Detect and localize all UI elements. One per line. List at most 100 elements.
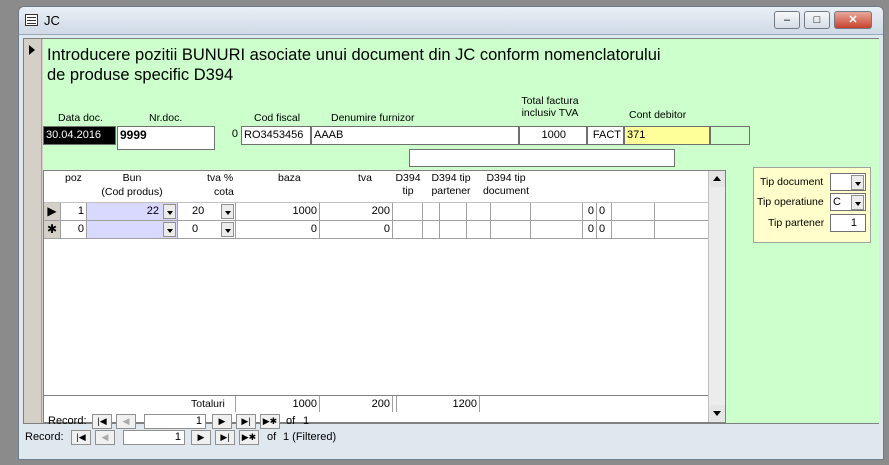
sub-record-number-input[interactable]: 1 <box>144 414 206 429</box>
cell-bun[interactable] <box>87 221 178 238</box>
tip-partener-field[interactable]: 1 <box>830 214 866 232</box>
main-last-record-icon[interactable]: ▶| <box>215 430 235 445</box>
bun-dropdown-icon[interactable] <box>163 204 176 219</box>
blank-field[interactable] <box>409 149 675 167</box>
heading-line-1: Introducere pozitii BUNURI asociate unui… <box>47 46 661 64</box>
total-general: 1200 <box>396 396 480 412</box>
cell-d394-document[interactable] <box>491 203 531 220</box>
cell-blank-1[interactable] <box>423 221 440 238</box>
table-row[interactable]: ✱ 0 0 0 0 0 0 <box>44 221 708 239</box>
close-button[interactable]: ✕ <box>834 11 872 29</box>
sub-record-total: 1 <box>303 415 310 427</box>
minimize-button[interactable]: – <box>774 11 800 29</box>
cell-zero-1[interactable]: 0 <box>583 203 597 220</box>
next-record-icon[interactable]: ▶ <box>212 414 232 429</box>
cod-fiscal-field[interactable]: RO3453456 <box>241 126 311 145</box>
cell-blank-2[interactable] <box>467 203 491 220</box>
tip-document-select[interactable] <box>830 173 866 191</box>
nr-doc-label: Nr.doc. <box>149 112 183 124</box>
totals-label: Totaluri <box>191 398 225 410</box>
sub-record-label: Record: <box>48 415 87 427</box>
col-poz: poz <box>65 172 82 184</box>
scroll-up-icon[interactable] <box>709 171 725 187</box>
cell-baza[interactable]: 0 <box>236 221 320 238</box>
col-d394-tip-line1: D394 <box>395 172 421 184</box>
extra-field[interactable] <box>710 126 750 145</box>
last-record-icon[interactable]: ▶| <box>236 414 256 429</box>
cell-zero-1[interactable]: 0 <box>583 221 597 238</box>
cod-fiscal-label: Cod fiscal <box>254 112 301 124</box>
col-tva-pct-line2: cota <box>214 186 234 198</box>
table-row[interactable]: ▶ 1 22 20 1000 200 0 0 <box>44 203 708 221</box>
cell-tva[interactable]: 0 <box>320 221 393 238</box>
cota-dropdown-icon[interactable] <box>221 204 234 219</box>
cell-cota[interactable]: 20 <box>178 203 236 220</box>
maximize-button[interactable]: □ <box>804 11 830 29</box>
col-bun-line1: Bun <box>122 172 142 184</box>
first-record-icon[interactable]: |◀ <box>92 414 112 429</box>
total-tva: 200 <box>320 396 393 412</box>
cell-bun[interactable]: 22 <box>87 203 178 220</box>
col-baza: baza <box>278 172 301 184</box>
nr-doc-field[interactable]: 9999 <box>117 126 215 150</box>
tip-document-dropdown-icon[interactable] <box>851 175 864 190</box>
main-record-number-input[interactable]: 1 <box>123 430 185 445</box>
cell-zero-2[interactable]: 0 <box>597 221 612 238</box>
total-factura-label-line2: inclusiv TVA <box>521 107 579 119</box>
cell-blank-2[interactable] <box>467 221 491 238</box>
sub-of-label: of <box>286 415 296 427</box>
cell-blank-4[interactable] <box>612 221 655 238</box>
denumire-furnizor-field[interactable]: AAAB <box>311 126 519 145</box>
cell-blank-1[interactable] <box>423 203 440 220</box>
total-factura-field[interactable]: 1000 <box>519 126 587 145</box>
row-selector[interactable]: ✱ <box>44 221 61 238</box>
form-body: Introducere pozitii BUNURI asociate unui… <box>43 39 879 429</box>
main-next-record-icon[interactable]: ▶ <box>191 430 211 445</box>
cell-tva[interactable]: 200 <box>320 203 393 220</box>
total-baza: 1000 <box>235 396 320 412</box>
cell-zero-2[interactable]: 0 <box>597 203 612 220</box>
cell-poz[interactable]: 1 <box>62 203 87 220</box>
col-bun-line2: (Cod produs) <box>101 186 163 198</box>
main-prev-record-icon[interactable]: ◀ <box>95 430 115 445</box>
cell-d394-partener[interactable] <box>440 221 467 238</box>
bun-dropdown-icon[interactable] <box>163 222 176 237</box>
title-bar: JC – □ ✕ <box>19 7 883 35</box>
main-first-record-icon[interactable]: |◀ <box>71 430 91 445</box>
cell-blank-3[interactable] <box>531 203 583 220</box>
tip-doc-field[interactable]: FACT <box>587 126 624 145</box>
tip-operatiune-label: Tip operatiune <box>757 196 824 208</box>
cell-d394-document[interactable] <box>491 221 531 238</box>
cell-poz[interactable]: 0 <box>62 221 87 238</box>
positions-subform: poz Bun (Cod produs) tva % cota baza tva… <box>43 170 726 429</box>
cell-cota[interactable]: 0 <box>178 221 236 238</box>
tip-operatiune-select[interactable]: C <box>830 193 866 211</box>
cota-dropdown-icon[interactable] <box>221 222 234 237</box>
main-new-record-icon[interactable]: ▶✱ <box>239 430 259 445</box>
record-selector-column[interactable] <box>24 39 42 423</box>
scroll-down-icon[interactable] <box>709 405 725 421</box>
main-record-navigator: Record: |◀ ◀ 1 ▶ ▶| ▶✱ of 1 (Filtered) <box>25 428 875 448</box>
bun-value: 22 <box>146 205 159 217</box>
cell-blank-3[interactable] <box>531 221 583 238</box>
denumire-furnizor-label: Denumire furnizor <box>331 112 415 124</box>
cont-debitor-field[interactable]: 371 <box>624 126 710 145</box>
data-doc-field[interactable]: 30.04.2016 <box>43 126 116 145</box>
cell-d394-tip[interactable] <box>393 221 423 238</box>
cell-baza[interactable]: 1000 <box>236 203 320 220</box>
row-selector[interactable]: ▶ <box>44 203 61 220</box>
col-d394-document-line1: D394 tip <box>486 172 526 184</box>
window-title: JC <box>44 13 60 28</box>
cell-blank-4[interactable] <box>612 203 655 220</box>
tip-operatiune-dropdown-icon[interactable] <box>851 195 864 210</box>
col-tva-pct-line1: tva % <box>207 172 234 184</box>
form-icon <box>25 14 38 26</box>
new-record-icon[interactable]: ▶✱ <box>260 414 280 429</box>
main-record-total: 1 (Filtered) <box>283 431 337 443</box>
prev-record-icon[interactable]: ◀ <box>116 414 136 429</box>
cell-d394-tip[interactable] <box>393 203 423 220</box>
cell-d394-partener[interactable] <box>440 203 467 220</box>
grid-vertical-scrollbar[interactable] <box>708 171 725 422</box>
main-record-label: Record: <box>25 431 64 443</box>
cota-value: 20 <box>192 205 205 217</box>
